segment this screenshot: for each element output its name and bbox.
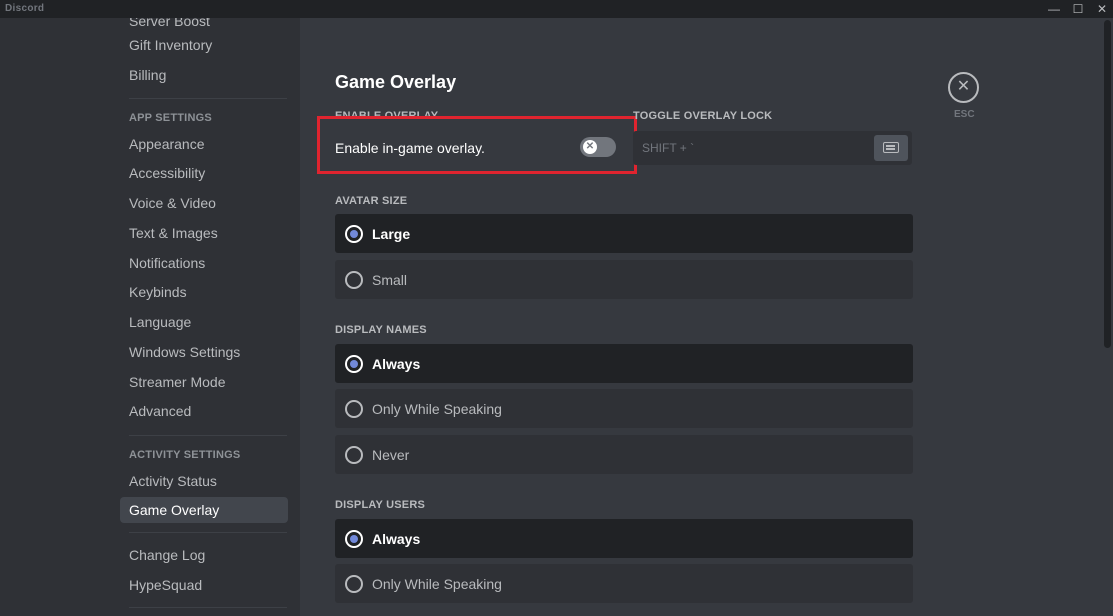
sidebar-item-voice-video[interactable]: Voice & Video (120, 190, 288, 216)
close-window-icon[interactable]: ✕ (1092, 1, 1112, 17)
activity-settings-header: ACTIVITY SETTINGS (129, 449, 241, 461)
radio-selected-icon (345, 530, 363, 548)
settings-content: Game Overlay ENABLE OVERLAY Enable in-ga… (300, 18, 1113, 616)
radio-label: Large (372, 226, 411, 242)
highlight-annotation (317, 116, 637, 174)
record-keybind-button[interactable] (874, 135, 908, 161)
radio-label: Small (372, 272, 408, 288)
page-title: Game Overlay (335, 72, 457, 92)
sidebar-item-game-overlay[interactable]: Game Overlay (120, 497, 288, 523)
sidebar-item-language[interactable]: Language (120, 309, 288, 335)
sidebar-item-streamer-mode[interactable]: Streamer Mode (120, 369, 288, 395)
avatar-size-header: AVATAR SIZE (335, 195, 408, 207)
sidebar-divider (129, 607, 287, 608)
radio-unselected-icon (345, 271, 363, 289)
radio-names-always[interactable]: Always (335, 344, 913, 383)
radio-label: Always (372, 531, 421, 547)
radio-selected-icon (345, 225, 363, 243)
sidebar-item-change-log[interactable]: Change Log (120, 542, 288, 568)
sidebar-item-accessibility[interactable]: Accessibility (120, 160, 288, 186)
radio-selected-icon (345, 355, 363, 373)
radio-label: Never (372, 447, 410, 463)
radio-unselected-icon (345, 446, 363, 464)
sidebar-item-text-images[interactable]: Text & Images (120, 220, 288, 246)
close-settings-button[interactable]: ✕ (948, 72, 979, 103)
sidebar-divider (129, 435, 287, 436)
radio-label: Always (372, 356, 421, 372)
settings-sidebar: Server Boost Gift Inventory Billing APP … (0, 18, 300, 616)
radio-avatar-small[interactable]: Small (335, 260, 913, 299)
sidebar-item-appearance[interactable]: Appearance (120, 131, 288, 157)
maximize-icon[interactable]: ☐ (1068, 1, 1088, 17)
sidebar-item-billing[interactable]: Billing (120, 62, 288, 88)
sidebar-item-keybinds[interactable]: Keybinds (120, 279, 288, 305)
sidebar-item-windows-settings[interactable]: Windows Settings (120, 339, 288, 365)
scrollbar-thumb[interactable] (1104, 20, 1111, 348)
radio-unselected-icon (345, 400, 363, 418)
radio-avatar-large[interactable]: Large (335, 214, 913, 253)
sidebar-item-advanced[interactable]: Advanced (120, 398, 288, 424)
app-settings-header: APP SETTINGS (129, 112, 212, 124)
radio-users-always[interactable]: Always (335, 519, 913, 558)
display-users-header: DISPLAY USERS (335, 499, 426, 511)
sidebar-item-notifications[interactable]: Notifications (120, 250, 288, 276)
sidebar-item-activity-status[interactable]: Activity Status (120, 468, 288, 494)
keyboard-icon (883, 142, 899, 153)
keybind-value: SHIFT + ` (642, 141, 695, 155)
radio-users-while-speaking[interactable]: Only While Speaking (335, 564, 913, 603)
radio-label: Only While Speaking (372, 401, 502, 417)
toggle-lock-header: TOGGLE OVERLAY LOCK (633, 110, 773, 122)
sidebar-divider (129, 532, 287, 533)
radio-names-never[interactable]: Never (335, 435, 913, 474)
sidebar-divider (129, 98, 287, 99)
app-title: Discord (5, 3, 45, 14)
esc-label: ESC (954, 109, 975, 120)
close-icon: ✕ (956, 78, 971, 95)
toggle-lock-keybind-field[interactable]: SHIFT + ` (633, 131, 912, 165)
title-bar: Discord — ☐ ✕ (0, 0, 1113, 18)
minimize-icon[interactable]: — (1044, 1, 1064, 17)
display-names-header: DISPLAY NAMES (335, 324, 427, 336)
sidebar-item-hypesquad[interactable]: HypeSquad (120, 572, 288, 598)
radio-unselected-icon (345, 575, 363, 593)
sidebar-item-gift-inventory[interactable]: Gift Inventory (120, 32, 288, 58)
radio-label: Only While Speaking (372, 576, 502, 592)
radio-names-while-speaking[interactable]: Only While Speaking (335, 389, 913, 428)
